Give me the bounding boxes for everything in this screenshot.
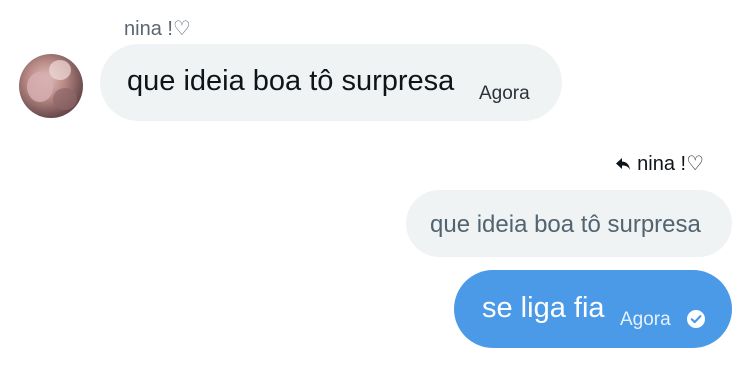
avatar[interactable] xyxy=(19,54,83,118)
incoming-message-time: Agora xyxy=(479,83,530,104)
avatar-highlight xyxy=(49,60,71,80)
reply-header[interactable]: nina !♡ xyxy=(615,151,704,176)
quoted-message-text: que ideia boa tô surpresa xyxy=(430,211,701,238)
incoming-message-text: que ideia boa tô surpresa xyxy=(127,65,455,97)
avatar-shade xyxy=(27,72,53,102)
avatar-shadow xyxy=(53,88,77,110)
reply-arrow-icon xyxy=(616,157,631,170)
sender-name: nina !♡ xyxy=(124,18,191,40)
outgoing-message-text: se liga fia xyxy=(482,292,605,324)
read-check-icon xyxy=(687,310,705,328)
outgoing-message-time: Agora xyxy=(620,309,671,330)
reply-to-name: nina !♡ xyxy=(637,153,704,175)
outgoing-message-bubble[interactable]: se liga fia Agora xyxy=(454,270,732,348)
quoted-message-bubble[interactable]: que ideia boa tô surpresa xyxy=(406,190,732,257)
incoming-message-bubble[interactable]: que ideia boa tô surpresa Agora xyxy=(100,44,562,121)
